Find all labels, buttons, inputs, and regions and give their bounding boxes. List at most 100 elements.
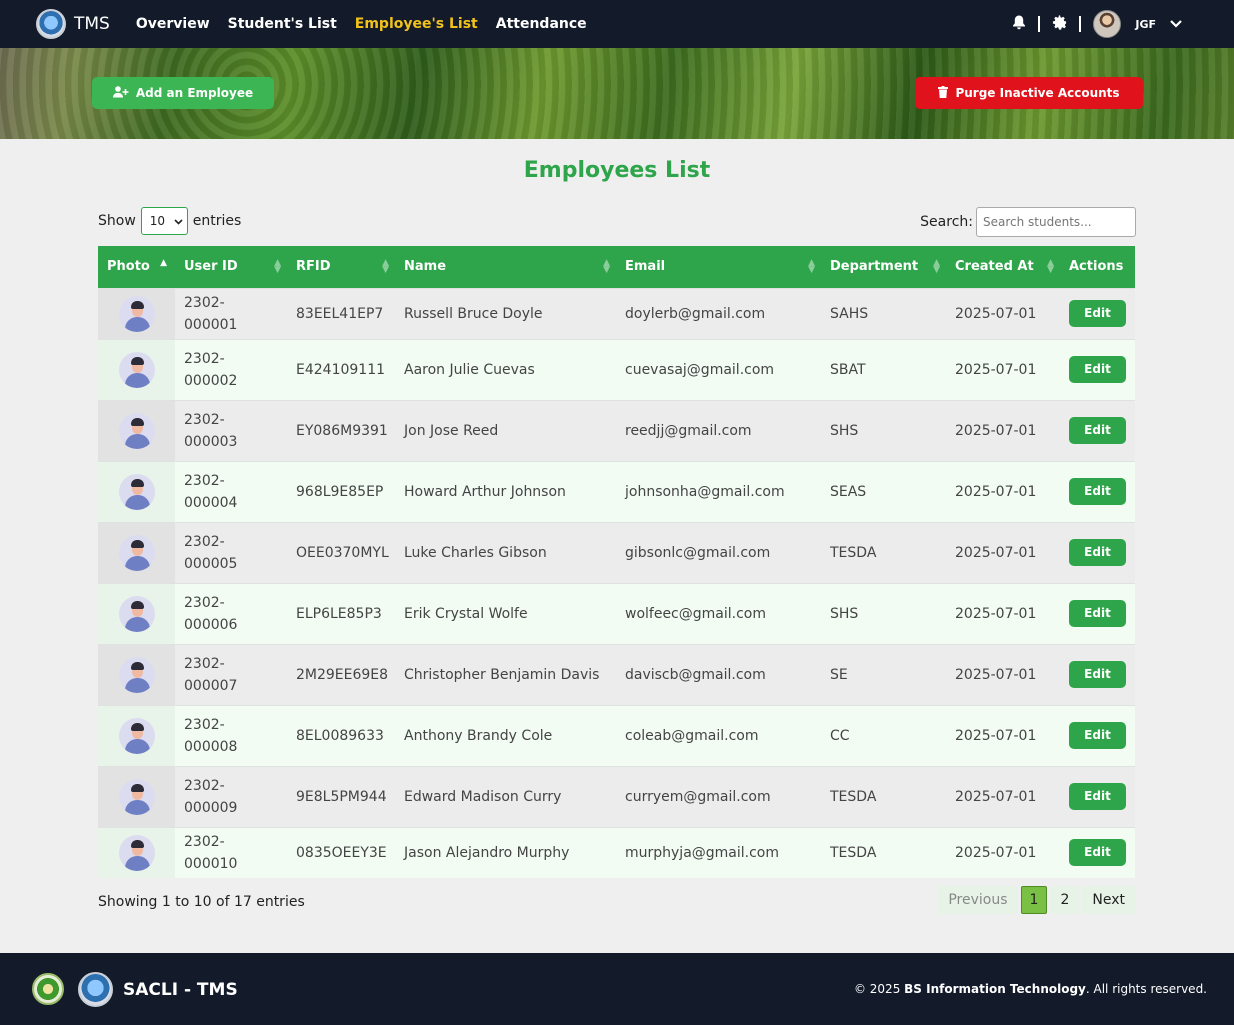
- department-cell: TESDA: [821, 826, 946, 878]
- show-label: Show: [98, 213, 136, 229]
- department-cell: CC: [821, 704, 946, 766]
- edit-button[interactable]: Edit: [1069, 722, 1126, 749]
- created-at-cell: 2025-07-01: [946, 643, 1060, 705]
- actions-cell: Edit: [1060, 399, 1135, 461]
- column-header-email[interactable]: Email ▲ ▼: [616, 246, 821, 288]
- employees-table: Photo ▲ User ID ▲ ▼ RFID ▲ ▼ Name ▲ ▼ Email ▲ ▼ D…: [98, 246, 1135, 878]
- user-id-cell: 2302-000003: [175, 399, 287, 461]
- edit-button[interactable]: Edit: [1069, 417, 1126, 444]
- created-at-cell: 2025-07-01: [946, 765, 1060, 827]
- email-cell: coleab@gmail.com: [616, 704, 821, 766]
- tms-logo: [36, 9, 66, 39]
- user-id-cell: 2302-000007: [175, 643, 287, 705]
- column-header-rfid[interactable]: RFID ▲ ▼: [287, 246, 395, 288]
- hero-banner: Add an Employee Purge Inactive Accounts: [0, 48, 1234, 139]
- rfid-cell: 2M29EE69E8: [287, 643, 395, 705]
- search-input[interactable]: [976, 207, 1136, 237]
- actions-cell: Edit: [1060, 765, 1135, 827]
- table-row: 2302-000002 E424109111 Aaron Julie Cueva…: [98, 338, 1135, 400]
- user-avatar-icon: [118, 834, 155, 871]
- edit-button[interactable]: Edit: [1069, 356, 1126, 383]
- email-cell: murphyja@gmail.com: [616, 826, 821, 878]
- created-at-cell: 2025-07-01: [946, 287, 1060, 339]
- table-row: 2302-000004 968L9E85EP Howard Arthur Joh…: [98, 460, 1135, 522]
- table-row: 2302-000003 EY086M9391 Jon Jose Reed ree…: [98, 399, 1135, 461]
- entries-label: entries: [192, 213, 242, 229]
- bell-icon[interactable]: [1012, 15, 1026, 34]
- rfid-cell: ELP6LE85P3: [287, 582, 395, 644]
- page-button-1[interactable]: 1: [1020, 886, 1048, 914]
- edit-button[interactable]: Edit: [1069, 539, 1126, 566]
- purge-inactive-button[interactable]: Purge Inactive Accounts: [915, 77, 1143, 109]
- next-page-button[interactable]: Next: [1082, 886, 1135, 914]
- nav-link-employees-list[interactable]: Employee's List: [355, 16, 478, 32]
- user-avatar-icon: [118, 656, 155, 693]
- entries-select[interactable]: 10: [140, 207, 188, 235]
- column-header-photo[interactable]: Photo ▲: [98, 246, 175, 288]
- actions-cell: Edit: [1060, 521, 1135, 583]
- column-header-department[interactable]: Department ▲ ▼: [821, 246, 946, 288]
- photo-cell: [98, 521, 175, 583]
- copyright: © 2025 BS Information Technology. All ri…: [853, 982, 1207, 996]
- photo-cell: [98, 287, 175, 339]
- rfid-cell: 0835OEEY3E: [287, 826, 395, 878]
- nav-link-overview[interactable]: Overview: [136, 16, 210, 32]
- department-cell: SHS: [821, 582, 946, 644]
- created-at-cell: 2025-07-01: [946, 460, 1060, 522]
- user-avatar-icon: [118, 534, 155, 571]
- column-header-user-id[interactable]: User ID ▲ ▼: [175, 246, 287, 288]
- column-header-actions: Actions: [1060, 246, 1135, 288]
- gear-icon[interactable]: [1052, 14, 1067, 34]
- sort-icon: ▲ ▼: [933, 258, 940, 275]
- name-cell: Jason Alejandro Murphy: [395, 826, 616, 878]
- photo-cell: [98, 643, 175, 705]
- created-at-cell: 2025-07-01: [946, 338, 1060, 400]
- rfid-cell: E424109111: [287, 338, 395, 400]
- page-button-2[interactable]: 2: [1050, 886, 1080, 914]
- user-id-cell: 2302-000008: [175, 704, 287, 766]
- user-plus-icon: [112, 85, 129, 101]
- school-logo: [32, 973, 64, 1005]
- nav-link-students-list[interactable]: Student's List: [228, 16, 337, 32]
- user-id-cell: 2302-000005: [175, 521, 287, 583]
- email-cell: gibsonlc@gmail.com: [616, 521, 821, 583]
- user-avatar-icon: [118, 717, 155, 754]
- edit-button[interactable]: Edit: [1069, 661, 1126, 688]
- name-cell: Christopher Benjamin Davis: [395, 643, 616, 705]
- user-id-cell: 2302-000002: [175, 338, 287, 400]
- chevron-down-icon[interactable]: [1170, 17, 1182, 31]
- user-id-cell: 2302-000001: [175, 287, 287, 339]
- edit-button[interactable]: Edit: [1069, 839, 1126, 867]
- brand[interactable]: TMS: [36, 9, 110, 39]
- created-at-cell: 2025-07-01: [946, 582, 1060, 644]
- photo-cell: [98, 765, 175, 827]
- department-cell: SHS: [821, 399, 946, 461]
- user-avatar-icon: [118, 295, 155, 332]
- actions-cell: Edit: [1060, 704, 1135, 766]
- email-cell: wolfeec@gmail.com: [616, 582, 821, 644]
- nav-link-attendance[interactable]: Attendance: [496, 16, 587, 32]
- edit-button[interactable]: Edit: [1069, 783, 1126, 810]
- department-cell: SEAS: [821, 460, 946, 522]
- rfid-cell: OEE0370MYL: [287, 521, 395, 583]
- email-cell: daviscb@gmail.com: [616, 643, 821, 705]
- name-cell: Howard Arthur Johnson: [395, 460, 616, 522]
- previous-page-button[interactable]: Previous: [938, 886, 1018, 914]
- user-id-cell: 2302-000009: [175, 765, 287, 827]
- actions-cell: Edit: [1060, 460, 1135, 522]
- column-header-created-at[interactable]: Created At ▲ ▼: [946, 246, 1060, 288]
- created-at-cell: 2025-07-01: [946, 399, 1060, 461]
- user-name[interactable]: JGF: [1135, 18, 1156, 31]
- edit-button[interactable]: Edit: [1069, 600, 1126, 627]
- column-header-name[interactable]: Name ▲ ▼: [395, 246, 616, 288]
- search-label: Search:: [920, 214, 973, 230]
- add-employee-button[interactable]: Add an Employee: [92, 77, 274, 109]
- user-id-cell: 2302-000006: [175, 582, 287, 644]
- sort-icon: ▲ ▼: [603, 258, 610, 275]
- rfid-cell: 9E8L5PM944: [287, 765, 395, 827]
- edit-button[interactable]: Edit: [1069, 478, 1126, 505]
- user-avatar[interactable]: [1093, 10, 1122, 38]
- email-cell: johnsonha@gmail.com: [616, 460, 821, 522]
- table-info: Showing 1 to 10 of 17 entries: [98, 894, 305, 910]
- edit-button[interactable]: Edit: [1069, 300, 1126, 327]
